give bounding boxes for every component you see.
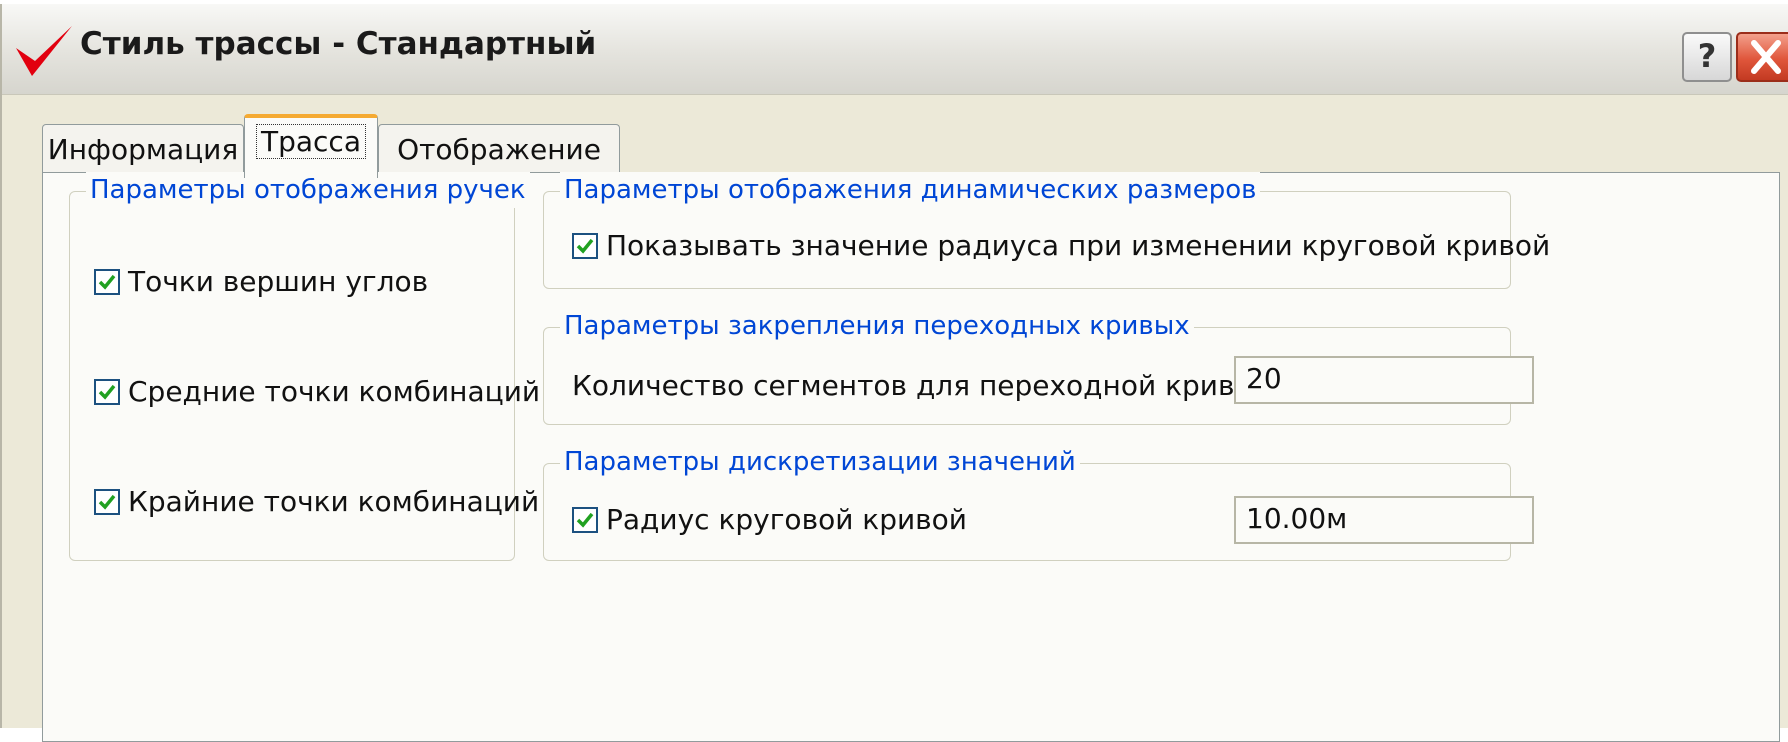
dynamic-dimensions-group: Параметры отображения динамических разме… [543, 172, 1550, 289]
checkbox-checked-icon[interactable] [572, 233, 598, 259]
vertex-points-option[interactable]: Точки вершин углов [94, 264, 428, 300]
tab-label: Информация [47, 133, 239, 166]
close-button[interactable] [1736, 32, 1788, 82]
vertex-points-label: Точки вершин углов [128, 265, 429, 298]
help-icon: ? [1697, 37, 1717, 75]
spiral-locking-title: Параметры закрепления переходных кривых [560, 308, 1194, 344]
tab-label: Отображение [397, 133, 601, 166]
discretization-title: Параметры дискретизации значений [560, 444, 1080, 480]
tab-route[interactable]: Трасса [244, 114, 378, 178]
midpoints-label: Средние точки комбинаций [128, 375, 541, 408]
curve-radius-option[interactable]: Радиус круговой кривой [572, 502, 967, 538]
checkmark-logo-icon [16, 26, 72, 76]
midpoints-option[interactable]: Средние точки комбинаций [94, 374, 540, 410]
checkbox-checked-icon[interactable] [94, 269, 120, 295]
window-title: Стиль трассы - Стандартный [80, 26, 597, 62]
tab-panel: Параметры отображения ручек Точки вершин… [42, 172, 1780, 742]
endpoints-option[interactable]: Крайние точки комбинаций [94, 484, 539, 520]
curve-radius-label: Радиус круговой кривой [606, 503, 968, 536]
checkbox-checked-icon[interactable] [572, 507, 598, 533]
show-radius-option[interactable]: Показывать значение радиуса при изменени… [572, 228, 1550, 264]
title-bar[interactable]: Стиль трассы - Стандартный ? [2, 4, 1788, 95]
style-dialog: Стиль трассы - Стандартный ? Информация … [0, 4, 1788, 742]
show-radius-label: Показывать значение радиуса при изменени… [606, 229, 1551, 262]
checkbox-checked-icon[interactable] [94, 489, 120, 515]
spiral-segments-input[interactable]: 20 [1234, 356, 1534, 404]
help-button[interactable]: ? [1682, 32, 1732, 82]
tab-label: Трасса [256, 124, 366, 159]
tab-display[interactable]: Отображение [378, 124, 620, 176]
checkbox-checked-icon[interactable] [94, 379, 120, 405]
spiral-locking-group: Параметры закрепления переходных кривых … [543, 308, 1534, 425]
dynamic-dimensions-title: Параметры отображения динамических разме… [560, 172, 1261, 208]
close-icon [1751, 40, 1781, 74]
grips-group: Параметры отображения ручек Точки вершин… [69, 172, 540, 561]
discretization-group: Параметры дискретизации значений Радиус … [543, 444, 1534, 561]
spiral-segments-label: Количество сегментов для переходной крив… [572, 369, 1280, 402]
endpoints-label: Крайние точки комбинаций [128, 485, 540, 518]
tab-information[interactable]: Информация [42, 124, 244, 176]
curve-radius-input[interactable]: 10.00м [1234, 496, 1534, 544]
